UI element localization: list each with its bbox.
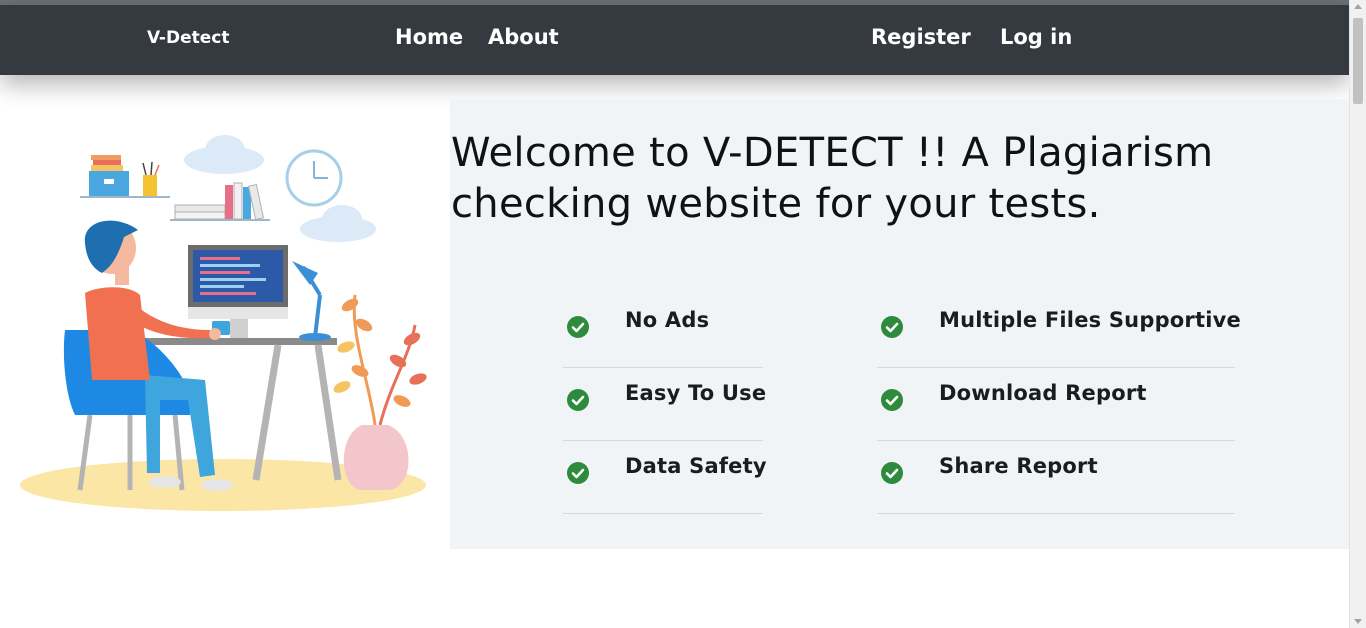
scroll-down-arrow-icon[interactable] <box>1354 619 1362 624</box>
person-torso <box>85 287 150 380</box>
feature-label: Easy To Use <box>625 381 767 405</box>
check-circle-icon <box>881 389 903 411</box>
welcome-headline: Welcome to V-DETECT !! A Plagiarism chec… <box>451 130 1214 227</box>
nav-home-link[interactable]: Home <box>395 25 463 49</box>
plant-vase <box>343 425 409 490</box>
feature-label: Share Report <box>939 454 1098 478</box>
check-circle-icon <box>567 316 589 338</box>
feature-item: Download Report <box>877 368 1235 441</box>
scroll-up-arrow-icon[interactable] <box>1354 4 1362 9</box>
feature-item: Share Report <box>877 441 1235 514</box>
nav-about-link[interactable]: About <box>488 25 559 49</box>
feature-label: Download Report <box>939 381 1147 405</box>
wall-shelf <box>80 196 170 198</box>
feature-label: No Ads <box>625 308 710 332</box>
check-circle-icon <box>881 462 903 484</box>
brand-logo[interactable]: V-Detect <box>147 28 229 48</box>
pencil-cup <box>143 175 157 196</box>
feature-item: Data Safety <box>563 441 767 514</box>
feature-item: Easy To Use <box>563 368 767 441</box>
nav-login-link[interactable]: Log in <box>1000 25 1072 49</box>
feature-item: No Ads <box>563 295 763 368</box>
check-circle-icon <box>567 462 589 484</box>
scroll-thumb[interactable] <box>1353 18 1363 104</box>
feature-label: Data Safety <box>625 454 767 478</box>
feature-item: Multiple Files Supportive <box>877 295 1241 368</box>
nav-register-link[interactable]: Register <box>871 25 971 49</box>
check-circle-icon <box>881 316 903 338</box>
navbar: V-Detect Home About Register Log in <box>0 5 1349 75</box>
feature-label: Multiple Files Supportive <box>939 308 1241 332</box>
person-at-desk-illustration <box>20 135 427 511</box>
page-scrollbar[interactable] <box>1349 0 1366 628</box>
check-circle-icon <box>567 389 589 411</box>
